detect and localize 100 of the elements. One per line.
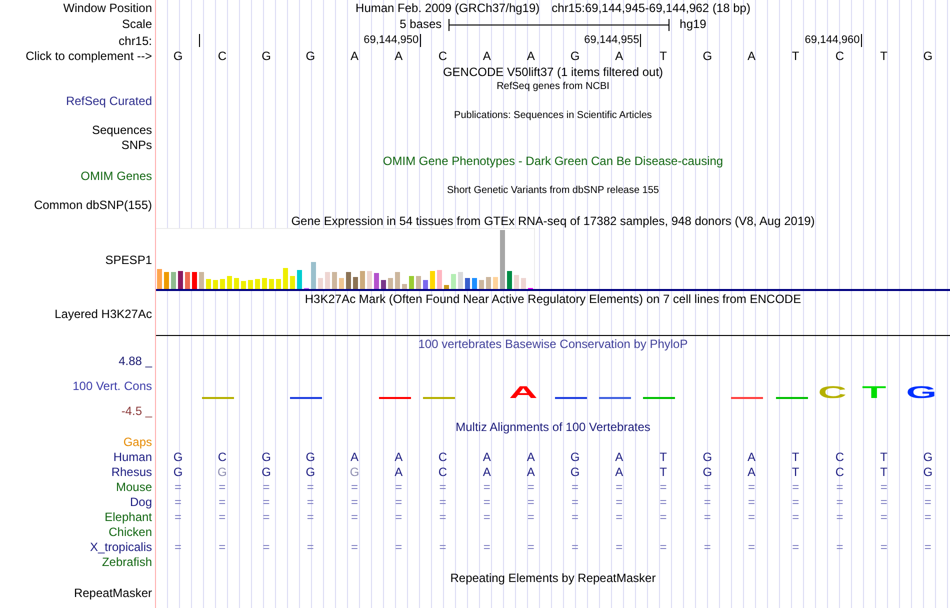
match-mark: = [262,495,271,510]
track-label: SPESP1 [105,253,152,267]
alignment-base: G [260,465,272,480]
alignment-base: G [922,465,934,480]
match-mark: = [923,495,932,510]
track-title: H3K27Ac Mark (Often Found Near Active Regulatory Elements) on 7 cell lines from ENCODE [304,291,802,307]
alignment-base: G [260,450,272,465]
alignment-base: T [658,465,668,480]
scale-length: 5 bases [400,16,442,33]
track-label: SNPs [121,138,152,152]
track-label: RepeatMasker [74,586,152,600]
track-title: Short Genetic Variants from dbSNP release 155 [447,184,659,198]
track-label: Layered H3K27Ac [54,307,152,321]
match-mark: = [394,510,404,525]
alignment-base: C [437,450,448,465]
alignment-base: A [614,450,624,465]
base-letter: T [658,49,668,64]
alignment-base: A [526,465,536,480]
track-title: 100 vertebrates Basewise Conservation by PhyloP [418,336,688,352]
match-mark: = [570,540,580,555]
alignment-base: T [790,465,800,480]
match-mark: = [923,510,932,525]
species-label: Human [113,450,152,464]
match-mark: = [174,540,183,555]
track-title: OMIM Gene Phenotypes - Dark Green Can Be Disease-causing [382,153,724,169]
track-title: Gene Expression in 54 tissues from GTEx RNA-seq of 17382 samples, 948 donors (V8, Aug 2019) [291,213,815,229]
species-label: Dog [130,495,152,509]
alignment-base: A [349,450,360,465]
alignment-base: C [834,465,846,480]
track-label: Common dbSNP(155) [34,198,152,212]
match-mark: = [526,540,536,555]
axis-label: -4.5 _ [121,404,152,419]
track-title: Repeating Elements by RepeatMasker [450,570,656,586]
match-mark: = [306,480,315,495]
species-label: Elephant [104,510,152,524]
match-mark: = [835,510,844,525]
species-label: Rhesus [111,465,152,479]
assembly-name: hg19 [680,16,706,33]
alignment-base: T [879,450,888,465]
conservation-mark [731,397,764,399]
ruler-tick-label: 69,144,955 [584,34,642,47]
match-mark: = [526,480,536,495]
track-title: GENCODE V50lift37 (1 items filtered out) [442,64,664,80]
match-mark: = [879,540,888,555]
row-label: Window Position [63,1,152,15]
match-mark: = [835,495,844,510]
conservation-mark [422,397,455,399]
match-mark: = [262,510,271,525]
track-label: RefSeq Curated [66,94,152,108]
alignment-base: G [172,465,184,480]
match-mark: = [923,540,932,555]
match-mark: = [879,495,888,510]
match-mark: = [174,480,183,495]
match-mark: = [791,510,800,525]
base-letter: C [437,49,448,64]
base-letter: C [216,49,228,64]
match-mark: = [614,480,624,495]
ruler-tick-label: 69,144,960 [804,34,862,47]
alignment-base: T [658,450,668,465]
alignment-base: G [569,465,581,480]
match-mark: = [262,540,271,555]
match-mark: = [570,495,580,510]
match-mark: = [658,510,668,525]
match-mark: = [791,495,800,510]
species-label: Zebrafish [102,555,152,569]
match-mark: = [394,480,404,495]
match-mark: = [570,480,580,495]
match-mark: = [218,510,227,525]
base-letter: G [172,49,184,64]
conservation-mark [202,397,234,399]
match-mark: = [791,540,800,555]
alignment-base: T [790,450,800,465]
alignment-base: G [702,465,714,480]
match-mark: = [658,540,668,555]
track-title: RefSeq genes from NCBI [496,80,610,94]
species-label: Chicken [108,525,152,539]
match-mark: = [350,495,359,510]
conservation-mark [290,397,322,399]
match-mark: = [394,495,404,510]
alignment-base: C [216,450,228,465]
base-letter: A [349,49,360,64]
match-mark: = [262,480,271,495]
alignment-base: C [834,450,846,465]
match-mark: = [746,495,756,510]
conservation-mark [599,397,632,399]
complement-link[interactable]: Click to complement --> [26,49,152,63]
position-text: chr15:69,144,945-69,144,962 (18 bp) [552,0,750,16]
base-letter: G [304,49,316,64]
match-mark: = [702,480,712,495]
match-mark: = [835,540,844,555]
track-label: OMIM Genes [80,169,152,183]
match-mark: = [482,480,492,495]
match-mark: = [879,510,888,525]
ruler-tick-label: 69,144,950 [364,34,421,47]
alignment-base: A [482,465,492,480]
base-letter: G [702,49,714,64]
base-letter: T [790,49,800,64]
match-mark: = [570,510,580,525]
alignment-base: A [746,465,756,480]
conservation-letter: C [818,384,846,400]
